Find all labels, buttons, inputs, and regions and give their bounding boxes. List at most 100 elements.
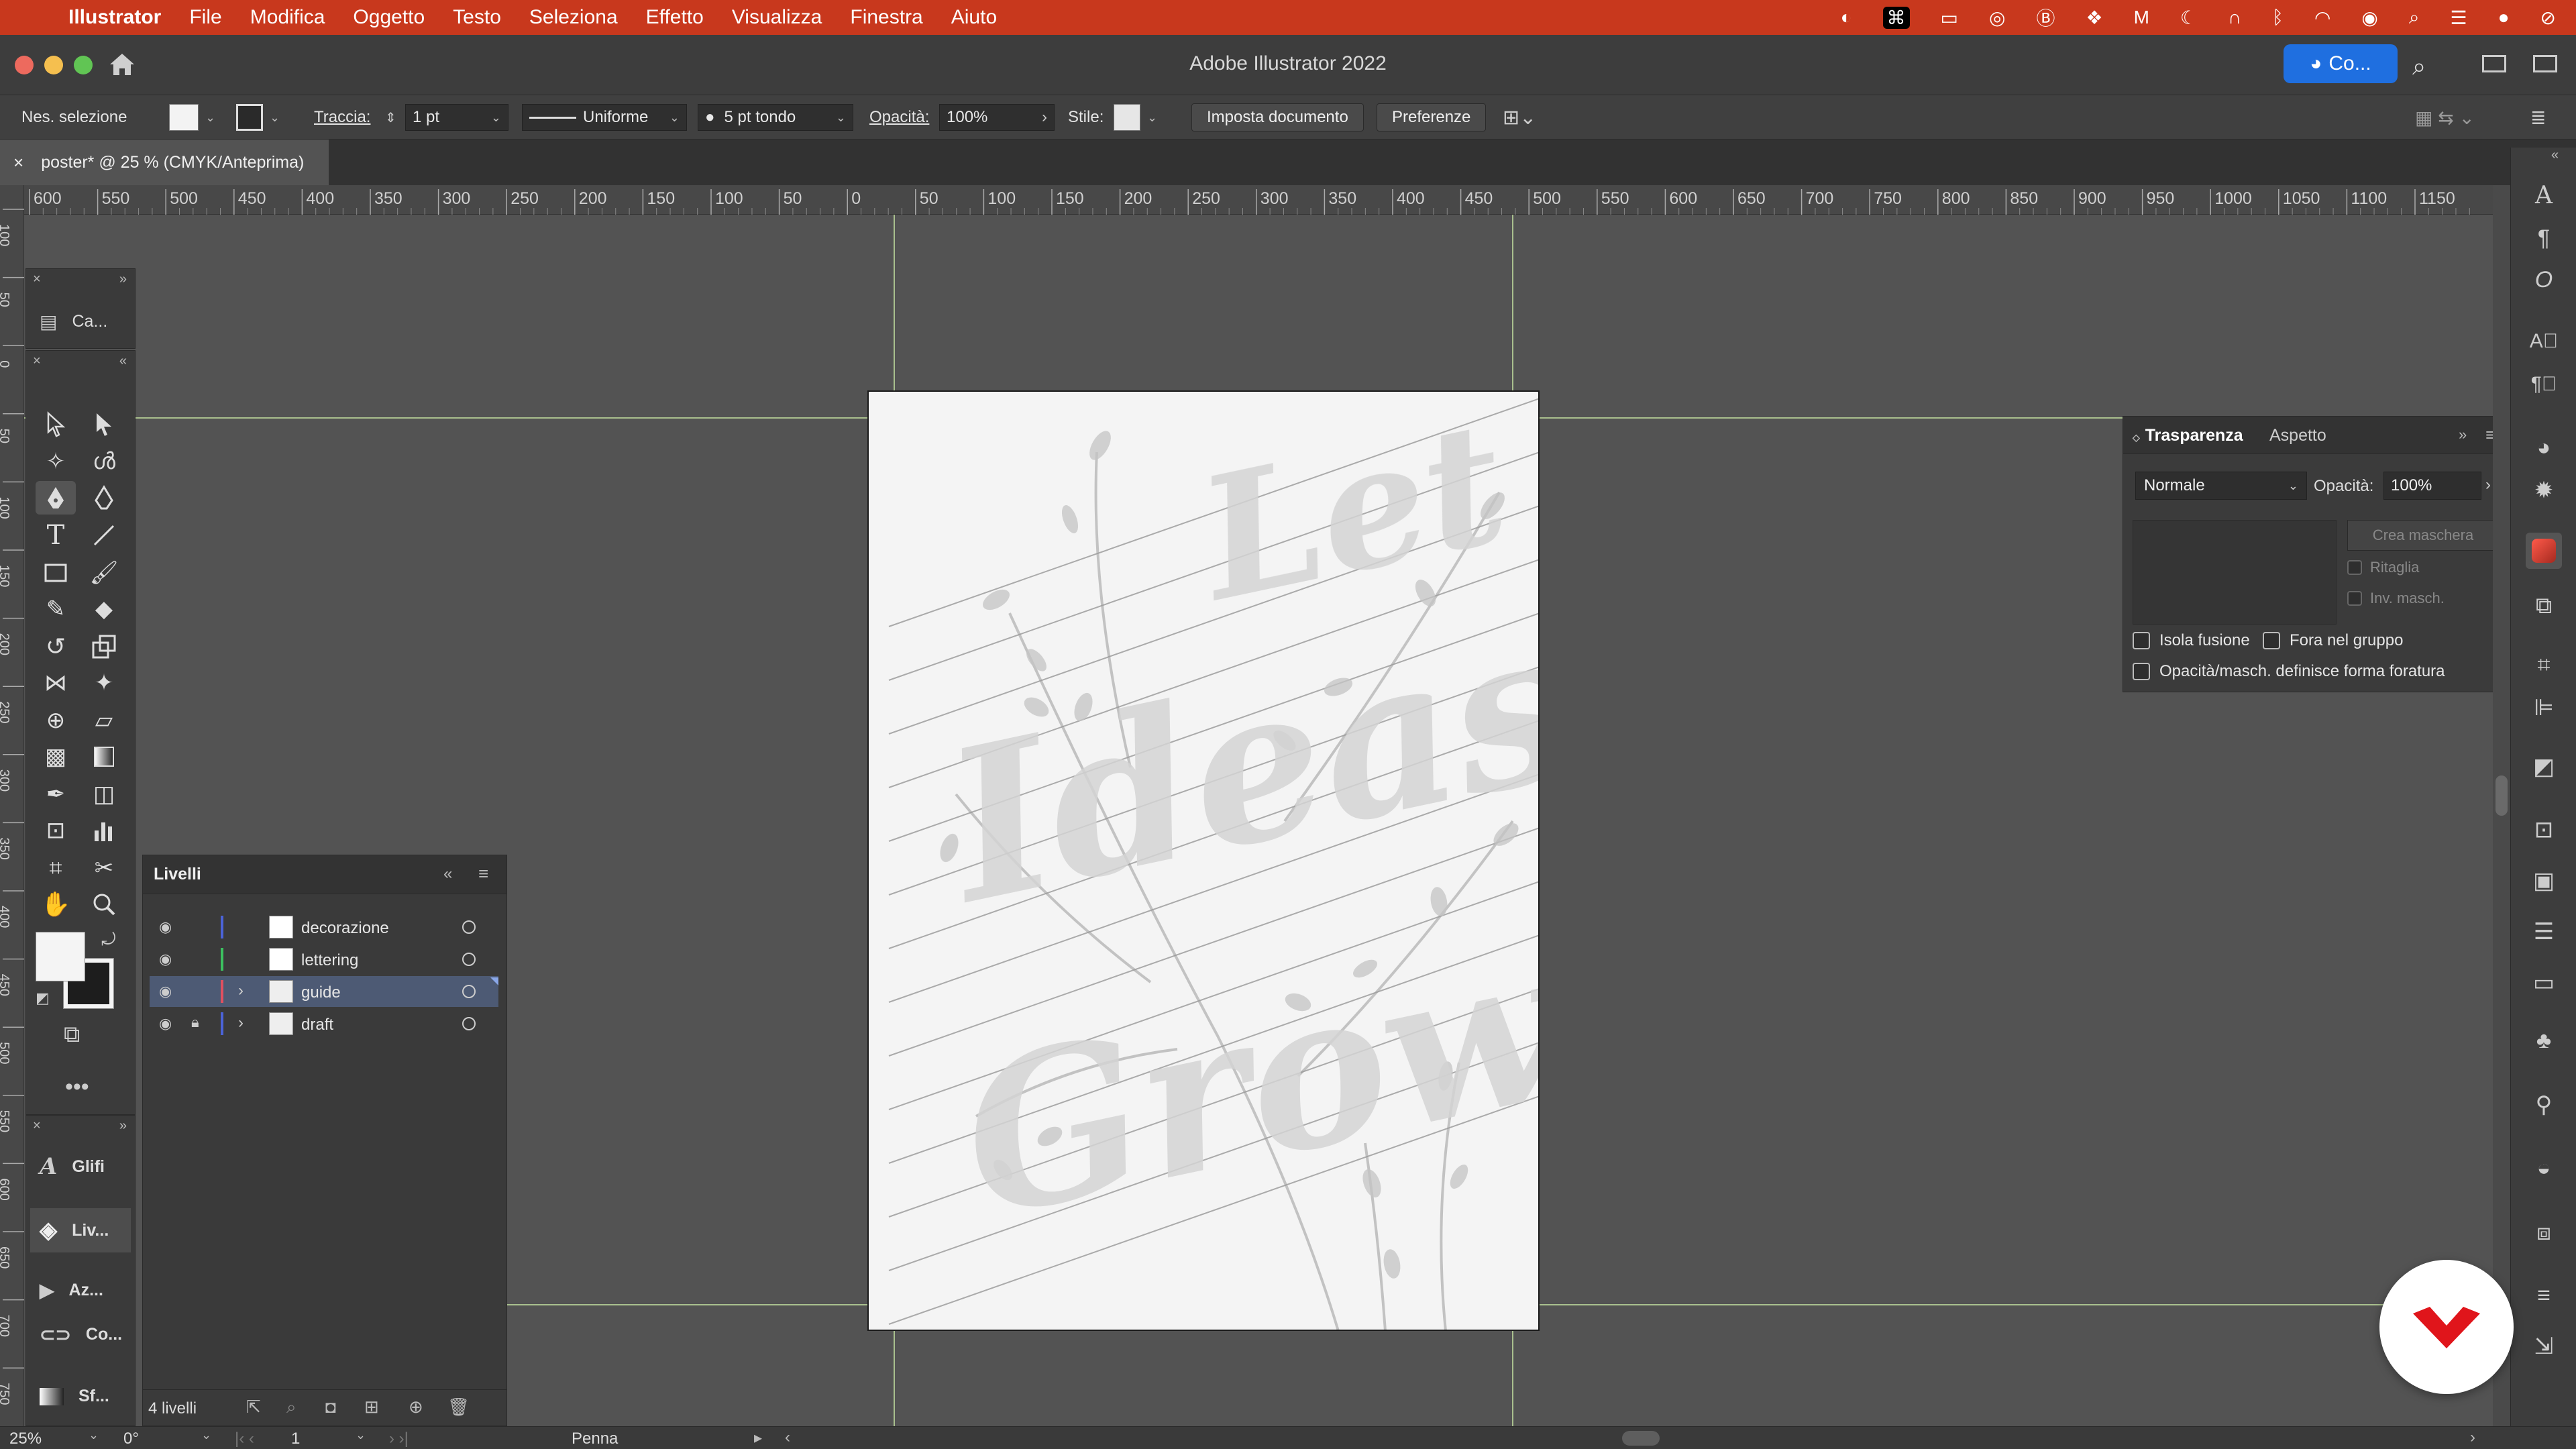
paintbrush-tool-icon[interactable]: 🖌 <box>84 556 124 590</box>
color-panel-icon[interactable]: ◕ <box>2526 429 2562 466</box>
opacity-label[interactable]: Opacità: <box>869 95 929 140</box>
libraries-panel-icon[interactable]: ⊡ <box>2526 812 2562 848</box>
control-bar-menu-icon[interactable]: ≣ <box>2530 95 2546 140</box>
expand-panel-icon[interactable]: » <box>119 1118 127 1134</box>
hand-tool-icon[interactable]: ✋ <box>36 888 76 921</box>
eraser-tool-icon[interactable]: ◆ <box>84 592 124 626</box>
adjustments-panel-icon[interactable]: ☰ <box>2526 914 2562 950</box>
perspective-grid-tool-icon[interactable]: ▱ <box>84 704 124 737</box>
symbol-sprayer-tool-icon[interactable]: ⊡ <box>36 814 76 847</box>
zoom-level[interactable]: 25% <box>9 1430 42 1448</box>
transform-panel-icon[interactable]: ⌗ <box>2526 647 2562 683</box>
links-panel-button[interactable]: ⊂⊃ Co... <box>40 1324 122 1346</box>
expand-chevron-icon[interactable]: › <box>238 981 244 1000</box>
align-panel-icon[interactable]: ⊫ <box>2526 690 2562 726</box>
expand-chevron-icon[interactable]: › <box>238 1014 244 1032</box>
line-tool-icon[interactable] <box>84 519 124 552</box>
zoom-tool-icon[interactable] <box>84 888 124 921</box>
chevron-down-icon[interactable]: ⌄ <box>270 111 280 125</box>
slice-tool-icon[interactable]: ✂ <box>84 851 124 885</box>
chevron-down-icon[interactable]: ⌄ <box>356 1428 366 1442</box>
paragraph-styles-icon[interactable]: ¶⃞ <box>2526 366 2562 402</box>
puppet-warp-tool-icon[interactable]: ✦ <box>84 666 124 700</box>
close-panel-icon[interactable]: × <box>33 272 41 287</box>
arrange-documents-icon[interactable]: ⊞⌄ <box>1503 95 1536 140</box>
properties-panel-icon[interactable]: ▣ <box>2526 863 2562 899</box>
default-colors-icon[interactable]: ◩ <box>36 989 50 1007</box>
layers-panel-button[interactable]: ◈ Liv... <box>30 1208 131 1252</box>
siri-icon[interactable]: ● <box>2498 7 2510 28</box>
status-menu-arrow-icon[interactable]: ▸ <box>754 1428 762 1448</box>
stroke-weight-field[interactable]: 1 pt ⌄ <box>405 104 508 131</box>
artboard-next-arrows[interactable]: › ›| <box>389 1430 409 1448</box>
panel-toggle-icon[interactable] <box>2533 55 2557 72</box>
tab-trasparenza[interactable]: ◇ Trasparenza <box>2133 426 2243 445</box>
opacity-field[interactable]: 100% <box>2383 472 2481 500</box>
horizontal-scroll-thumb[interactable] <box>1622 1431 1660 1446</box>
paragraph-panel-icon[interactable]: ¶ <box>2526 220 2562 256</box>
chevron-down-icon[interactable]: ⌄ <box>201 1428 211 1442</box>
tab-aspetto[interactable]: Aspetto <box>2269 426 2326 445</box>
color-guide-icon[interactable]: ✹ <box>2526 472 2562 508</box>
vertical-scroll-thumb[interactable] <box>2496 775 2508 816</box>
moon-icon[interactable]: ☾ <box>2180 7 2197 29</box>
magic-wand-tool-icon[interactable]: ✧ <box>36 445 76 478</box>
mail-app-icon[interactable]: M <box>2134 7 2149 28</box>
graphic-style-swatch[interactable]: ⌄ <box>1114 95 1157 140</box>
chevron-down-icon[interactable]: ⌄ <box>1147 111 1157 125</box>
screen-mode-icon[interactable]: ⧉ <box>64 1022 80 1048</box>
bluetooth-icon[interactable]: ᛒ <box>2272 7 2284 28</box>
rectangle-tool-icon[interactable] <box>36 556 76 590</box>
expand-panel-icon[interactable]: » <box>2459 426 2467 443</box>
chevron-down-icon[interactable]: ⌄ <box>491 111 501 125</box>
scale-tool-icon[interactable] <box>84 630 124 663</box>
scroll-left-icon[interactable]: ‹ <box>785 1428 790 1447</box>
fill-swatch[interactable]: ⌄ <box>169 95 215 140</box>
horizontal-ruler[interactable]: 600 550 500 450 400 350 300 250 200 150 100 50 0 50 10… <box>24 185 2493 215</box>
layer-name[interactable]: lettering <box>301 951 358 970</box>
menu-effetto[interactable]: Effetto <box>646 6 704 29</box>
clipping-mask-icon[interactable]: ◘ <box>325 1397 336 1417</box>
stroke-label[interactable]: Traccia: <box>314 95 370 140</box>
expand-panel-icon[interactable]: » <box>119 272 127 287</box>
transparency-panel-icon[interactable] <box>2526 533 2562 569</box>
eye-icon[interactable]: ◉ <box>159 951 172 968</box>
layer-name[interactable]: draft <box>301 1016 333 1034</box>
menu-oggetto[interactable]: Oggetto <box>353 6 425 29</box>
layer-name[interactable]: decorazione <box>301 919 389 938</box>
command-icon[interactable]: ⌘ <box>1882 6 1910 29</box>
stroke-weight-stepper[interactable]: ⇕ <box>385 95 396 140</box>
collapse-panel-icon[interactable]: « <box>443 865 452 883</box>
chevron-down-icon[interactable]: ⌄ <box>669 111 680 125</box>
vertical-ruler[interactable]: 100 50 0 50 100 150 200 250 300 350 400 450 500 550 60… <box>0 185 24 1426</box>
export-assets-icon[interactable]: ⇱ <box>246 1397 261 1417</box>
artboard-tool-icon[interactable]: ⌗ <box>36 851 76 885</box>
eye-icon[interactable]: ◉ <box>159 918 172 936</box>
locate-object-icon[interactable]: ⌕ <box>286 1397 297 1418</box>
menu-modifica[interactable]: Modifica <box>250 6 325 29</box>
symbols-panel-icon[interactable]: ♣ <box>2526 1022 2562 1059</box>
b-app-icon[interactable]: Ⓑ <box>2036 4 2055 31</box>
menu-aiuto[interactable]: Aiuto <box>951 6 997 29</box>
opacity-field[interactable]: 100% › <box>939 104 1055 131</box>
chevron-down-icon[interactable]: ⌄ <box>205 111 215 125</box>
close-panel-icon[interactable]: × <box>33 354 41 369</box>
gradient-panel-button[interactable]: Sf... <box>40 1387 109 1406</box>
edit-toolbar-icon[interactable]: ••• <box>65 1074 89 1100</box>
layer-name[interactable]: guide <box>301 983 341 1002</box>
rotate-tool-icon[interactable]: ↺ <box>36 630 76 663</box>
comments-panel-icon[interactable]: ▭ <box>2526 965 2562 1001</box>
layer-row-draft[interactable]: ◉ 🔒︎ › draft <box>150 1008 498 1039</box>
layers-panel-title[interactable]: Livelli <box>154 865 201 884</box>
blend-tool-icon[interactable]: ◫ <box>84 777 124 811</box>
search-icon[interactable]: ⌕ <box>2409 7 2420 29</box>
headphones-icon[interactable]: ∩ <box>2228 7 2241 28</box>
display-icon[interactable]: ▭ <box>1941 7 1958 29</box>
actions-panel-button[interactable]: ▶ Az... <box>40 1279 103 1301</box>
creative-cloud-icon[interactable]: ◎ <box>1989 7 2005 29</box>
pen-tool-icon[interactable] <box>36 481 76 515</box>
eye-icon[interactable]: ◉ <box>159 1015 172 1032</box>
share-button[interactable]: ◕ Co... <box>2284 44 2398 83</box>
artboard[interactable]: Let Ideas Grow <box>867 390 1540 1331</box>
menu-app-name[interactable]: Illustrator <box>68 6 161 29</box>
